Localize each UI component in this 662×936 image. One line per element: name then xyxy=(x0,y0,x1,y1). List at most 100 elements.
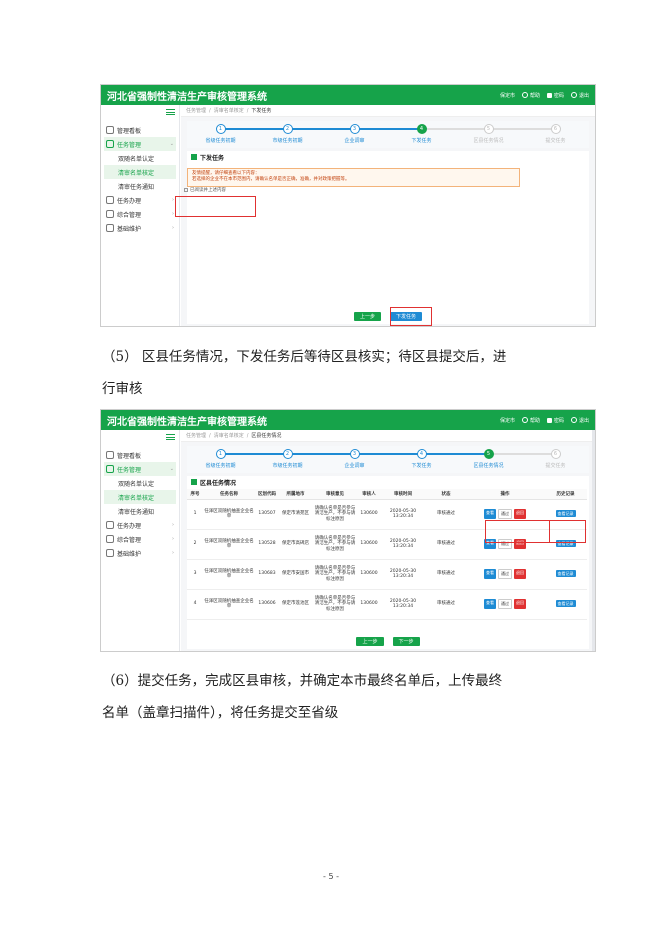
step-5: 5 区县任务情况 xyxy=(455,446,556,473)
shield-icon xyxy=(106,521,114,529)
logout-button[interactable]: 退出 xyxy=(570,92,589,99)
document-icon xyxy=(106,535,114,543)
sidebar-subitem-task-notice[interactable]: 清审任务通知 xyxy=(104,179,176,193)
table-row: 3 任泽区双随机抽查企业名单 130683 保定市安国市 请确认名单是否参与清洁… xyxy=(187,559,587,590)
step-1: 1 省级任务初期 xyxy=(187,121,288,148)
panel-title: 下发任务 xyxy=(187,151,589,163)
approve-button[interactable]: 通过 xyxy=(498,569,512,579)
approve-button[interactable]: 通过 xyxy=(498,599,512,609)
progress-steps: 1 省级任务初期 2 市级任务初期 3 企业调审 4 下发任务 5 区县任务情况 6 提交任… xyxy=(187,121,589,148)
sidebar-subitem-list-confirm[interactable]: 双随名单认定 xyxy=(104,476,176,490)
shield-icon xyxy=(106,196,114,204)
panel-title: 区县任务情况 xyxy=(187,476,589,488)
sidebar-item-general[interactable]: 综合管理 › xyxy=(104,532,176,546)
header-tools: 保定市 帮助 密码 退出 xyxy=(500,417,589,424)
sidebar-item-task-handling[interactable]: 任务办理 › xyxy=(104,193,176,207)
lock-icon xyxy=(546,417,552,423)
scrollbar[interactable] xyxy=(592,430,595,651)
password-button[interactable]: 密码 xyxy=(546,417,564,424)
breadcrumb: 任务管理 / 清审名单核定 / 下发任务 xyxy=(181,105,595,117)
caption-step6-line2: 名单（盖章扫描件），将任务提交至省级 xyxy=(102,705,339,721)
home-icon xyxy=(106,126,114,134)
help-icon xyxy=(521,417,528,423)
breadcrumb: 任务管理 / 清审名单核定 / 区县任务情况 xyxy=(181,430,595,442)
clipboard-icon xyxy=(106,549,114,557)
sidebar-item-task-management[interactable]: 任务管理 ⌄ xyxy=(104,462,176,476)
caption-step5-line2: 行审核 xyxy=(102,381,143,397)
highlight-operation-buttons xyxy=(485,520,550,543)
sidebar-item-general[interactable]: 综合管理 › xyxy=(104,207,176,221)
region-label[interactable]: 保定市 xyxy=(500,92,515,99)
sidebar-item-task-handling[interactable]: 任务办理 › xyxy=(104,518,176,532)
return-button[interactable]: 退回 xyxy=(514,599,526,609)
sidebar-menu: 管理看板 任务管理 ⌄ 双随名单认定 清审名单核定 清审任务通知 任务办理 › 综合… xyxy=(104,123,176,235)
history-button[interactable]: 查看记录 xyxy=(555,509,576,517)
notice-box: 友情提醒，请仔细查看以下内容： 若选择的企业不在本市范围内，请确认名单是否正确，… xyxy=(187,168,520,187)
caption-step6-line1: （6）提交任务，完成区县审核，并确定本市最终名单后，上传最终 xyxy=(102,673,503,689)
county-status-panel: 区县任务情况 序号 任务名称 区划代码 所属地市 审核意见 审核人 审核时间 状… xyxy=(187,476,589,649)
sidebar-subitem-task-notice[interactable]: 清审任务通知 xyxy=(104,504,176,518)
highlight-issue-button xyxy=(390,307,432,326)
sidebar-subitem-list-confirm[interactable]: 双随名单认定 xyxy=(104,151,176,165)
return-button[interactable]: 退回 xyxy=(514,569,526,579)
sidebar-subitem-list-verify[interactable]: 清审名单核定 xyxy=(104,165,176,179)
approve-button[interactable]: 通过 xyxy=(498,509,512,519)
help-icon xyxy=(521,92,528,98)
next-button[interactable]: 下一步 xyxy=(392,637,420,646)
progress-steps: 1 省级任务初期 2 市级任务初期 3 企业调审 4 下发任务 5 区县任务情况 6 提交任… xyxy=(187,446,589,473)
return-button[interactable]: 退回 xyxy=(514,509,526,519)
prev-button[interactable]: 上一步 xyxy=(353,312,381,321)
menu-collapse-icon[interactable] xyxy=(166,434,175,440)
sidebar-item-dashboard[interactable]: 管理看板 xyxy=(104,448,176,462)
highlight-checkbox xyxy=(175,196,256,217)
history-button[interactable]: 查看记录 xyxy=(555,569,576,577)
history-button[interactable]: 查看记录 xyxy=(555,599,576,607)
sidebar: 管理看板 任务管理 ⌄ 双随名单认定 清审名单核定 清审任务通知 任务办理 › 综合… xyxy=(101,430,180,651)
view-button[interactable]: 查看 xyxy=(484,569,496,579)
step-4: 4 下发任务 xyxy=(388,121,489,148)
help-button[interactable]: 帮助 xyxy=(521,417,540,424)
confirm-checkbox[interactable]: 已阅读并上述内容 xyxy=(184,187,226,193)
checkbox-icon[interactable] xyxy=(184,188,188,192)
county-task-table: 序号 任务名称 区划代码 所属地市 审核意见 审核人 审核时间 状态 操作 历史… xyxy=(187,489,587,620)
app-title: 河北省强制性清洁生产审核管理系统 xyxy=(107,91,267,103)
logout-icon xyxy=(570,417,577,423)
sidebar-item-maintenance[interactable]: 基础维护 › xyxy=(104,221,176,235)
logout-button[interactable]: 退出 xyxy=(570,417,589,424)
step-2: 2 市级任务初期 xyxy=(254,446,355,473)
sidebar-menu: 管理看板 任务管理 ⌄ 双随名单认定 清审名单核定 清审任务通知 任务办理 › 综合… xyxy=(104,448,176,560)
task-icon xyxy=(106,140,114,148)
sidebar-subitem-list-verify[interactable]: 清审名单核定 xyxy=(104,490,176,504)
clipboard-icon xyxy=(106,224,114,232)
step-5: 5 区县任务情况 xyxy=(455,121,556,148)
step-3: 3 企业调审 xyxy=(321,121,422,148)
task-icon xyxy=(106,465,114,473)
sidebar-item-dashboard[interactable]: 管理看板 xyxy=(104,123,176,137)
highlight-history-button xyxy=(549,520,586,543)
action-buttons: 上一步 下发任务 xyxy=(187,312,589,321)
app-title: 河北省强制性清洁生产审核管理系统 xyxy=(107,416,267,428)
menu-collapse-icon[interactable] xyxy=(166,109,175,115)
section-marker-icon xyxy=(191,154,197,160)
sidebar-item-task-management[interactable]: 任务管理 ⌄ xyxy=(104,137,176,151)
app-header: 河北省强制性清洁生产审核管理系统 保定市 帮助 密码 退出 xyxy=(101,410,595,430)
view-button[interactable]: 查看 xyxy=(484,509,496,519)
home-icon xyxy=(106,451,114,459)
logout-icon xyxy=(570,92,577,98)
sidebar: 管理看板 任务管理 ⌄ 双随名单认定 清审名单核定 清审任务通知 任务办理 › 综合… xyxy=(101,105,180,326)
region-label[interactable]: 保定市 xyxy=(500,417,515,424)
table-header: 序号 任务名称 区划代码 所属地市 审核意见 审核人 审核时间 状态 操作 历史… xyxy=(187,489,587,500)
step-4: 4 下发任务 xyxy=(388,446,489,473)
sidebar-item-maintenance[interactable]: 基础维护 › xyxy=(104,546,176,560)
section-marker-icon xyxy=(191,479,197,485)
caption-step5-line1: （5） 区县任务情况，下发任务后等待区县核实；待区县提交后，进 xyxy=(102,349,507,365)
view-button[interactable]: 查看 xyxy=(484,599,496,609)
step-1: 1 省级任务初期 xyxy=(187,446,288,473)
step-2: 2 市级任务初期 xyxy=(254,121,355,148)
app-header: 河北省强制性清洁生产审核管理系统 保定市 帮助 密码 退出 xyxy=(101,85,595,105)
help-button[interactable]: 帮助 xyxy=(521,92,540,99)
prev-button[interactable]: 上一步 xyxy=(356,637,384,646)
issue-task-panel: 下发任务 友情提醒，请仔细查看以下内容： 若选择的企业不在本市范围内，请确认名单… xyxy=(184,151,589,324)
password-button[interactable]: 密码 xyxy=(546,92,564,99)
header-tools: 保定市 帮助 密码 退出 xyxy=(500,92,589,99)
